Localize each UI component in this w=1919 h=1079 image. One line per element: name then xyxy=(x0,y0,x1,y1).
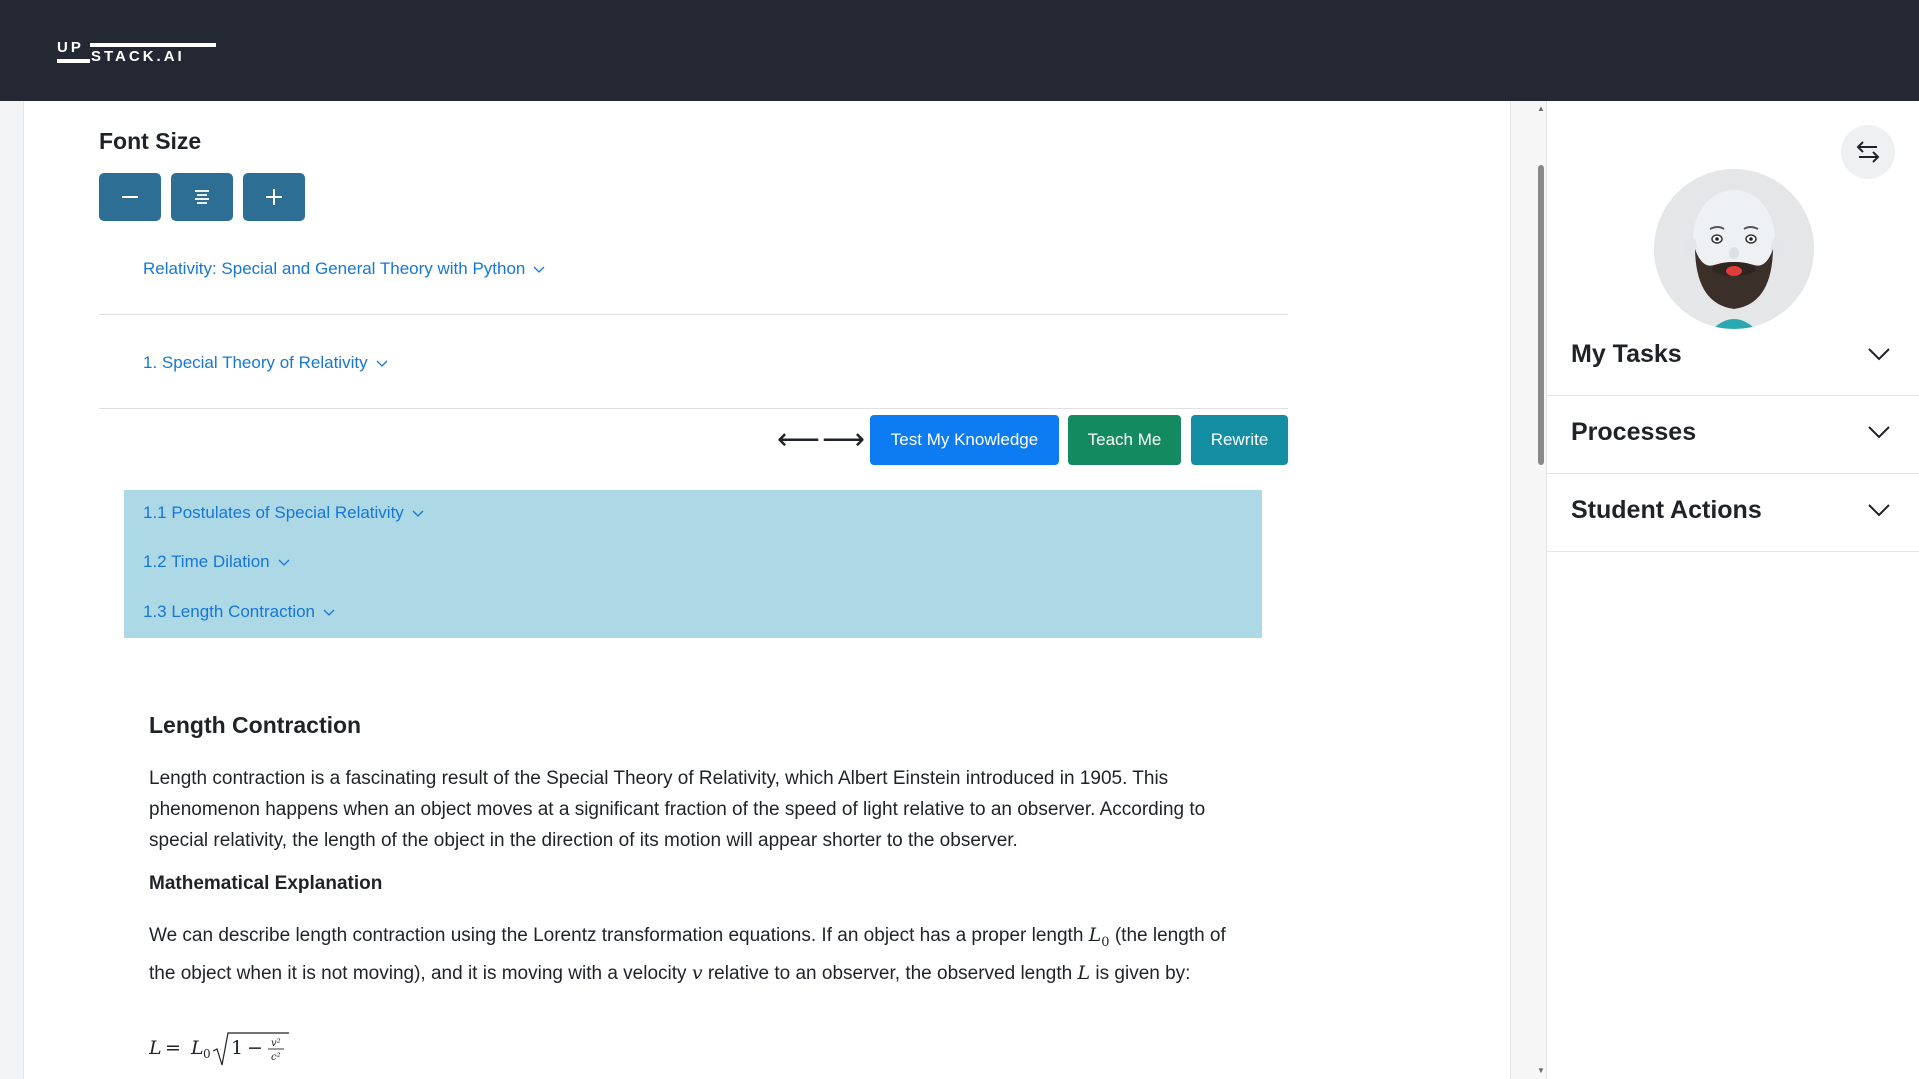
chapter-dropdown[interactable]: 1. Special Theory of Relativity xyxy=(143,353,388,373)
left-gutter xyxy=(0,101,24,1079)
svg-text:v²: v² xyxy=(271,1038,281,1049)
svg-text:L: L xyxy=(149,1037,162,1059)
svg-text:c²: c² xyxy=(271,1052,281,1063)
previous-arrow-button[interactable]: ⟵ xyxy=(777,425,820,455)
article-heading: Length Contraction xyxy=(149,712,362,738)
chevron-down-icon xyxy=(412,510,424,517)
chevron-down-icon xyxy=(1868,426,1890,439)
subsection-item[interactable]: 1.1 Postulates of Special Relativity xyxy=(143,503,424,523)
subsection-list: 1.1 Postulates of Special Relativity 1.2… xyxy=(124,490,1262,638)
subsection-label: 1.2 Time Dilation xyxy=(143,552,270,571)
top-bar: UP STACK.AI xyxy=(0,0,1919,101)
test-my-knowledge-button[interactable]: Test My Knowledge xyxy=(870,415,1059,465)
math-proper-length: L0 xyxy=(1088,924,1110,950)
swap-arrows-icon xyxy=(1856,141,1880,163)
scrollbar-thumb[interactable] xyxy=(1538,165,1544,465)
course-dropdown-label: Relativity: Special and General Theory w… xyxy=(143,259,526,278)
rewrite-button[interactable]: Rewrite xyxy=(1191,415,1288,465)
math-subscript: 0 xyxy=(1101,934,1110,950)
teach-me-button[interactable]: Teach Me xyxy=(1068,415,1181,465)
logo-underline xyxy=(57,59,90,63)
chevron-down-icon xyxy=(323,609,335,616)
svg-text:L: L xyxy=(190,1037,204,1059)
course-dropdown[interactable]: Relativity: Special and General Theory w… xyxy=(143,259,545,279)
divider xyxy=(99,314,1288,315)
subsection-item[interactable]: 1.3 Length Contraction xyxy=(143,602,335,622)
chevron-down-icon xyxy=(1868,504,1890,517)
font-size-title: Font Size xyxy=(99,128,202,154)
reset-font-button[interactable] xyxy=(171,173,233,221)
chevron-down-icon xyxy=(376,360,388,367)
accordion-label: My Tasks xyxy=(1571,340,1682,368)
article-paragraph: We can describe length contraction using… xyxy=(149,920,1239,989)
scroll-up-arrow-icon[interactable]: ▲ xyxy=(1536,104,1546,114)
accordion-label: Student Actions xyxy=(1571,496,1762,524)
logo-up-text: UP xyxy=(57,39,84,56)
formula-graphic: L = L 0 1 − v² c² xyxy=(149,1032,289,1066)
processes-accordion[interactable]: Processes xyxy=(1547,396,1919,474)
chevron-down-icon xyxy=(1868,348,1890,361)
plus-icon xyxy=(266,189,282,205)
math-velocity: v xyxy=(691,961,703,984)
svg-text:−: − xyxy=(247,1037,263,1059)
length-contraction-formula: L = L 0 1 − v² c² xyxy=(149,1027,299,1069)
article-intro: Length contraction is a fascinating resu… xyxy=(149,768,1206,851)
math-observed-length: L xyxy=(1077,961,1091,984)
swap-panel-button[interactable] xyxy=(1841,125,1895,179)
math-symbol: L xyxy=(1088,924,1102,946)
avatar xyxy=(1654,169,1814,329)
paragraph-text: We can describe length contraction using… xyxy=(149,925,1089,946)
logo-stack-text: STACK.AI xyxy=(91,48,185,65)
subsection-item[interactable]: 1.2 Time Dilation xyxy=(143,552,290,572)
divider xyxy=(99,408,1288,409)
my-tasks-accordion[interactable]: My Tasks xyxy=(1547,318,1919,396)
chapter-dropdown-label: 1. Special Theory of Relativity xyxy=(143,353,368,372)
bearded-man-avatar-icon xyxy=(1654,169,1814,329)
subsection-label: 1.1 Postulates of Special Relativity xyxy=(143,503,404,522)
increase-font-button[interactable] xyxy=(243,173,305,221)
svg-text:0: 0 xyxy=(203,1047,211,1061)
chevron-down-icon xyxy=(533,266,545,273)
minus-icon xyxy=(122,196,138,198)
align-center-icon xyxy=(195,190,209,204)
subsection-label: 1.3 Length Contraction xyxy=(143,602,316,621)
chevron-down-icon xyxy=(278,559,290,566)
svg-text:1: 1 xyxy=(231,1037,243,1059)
student-actions-accordion[interactable]: Student Actions xyxy=(1547,474,1919,552)
article-subheading: Mathematical Explanation xyxy=(149,873,383,894)
scroll-down-arrow-icon[interactable]: ▼ xyxy=(1536,1066,1546,1076)
accordion-label: Processes xyxy=(1571,418,1697,446)
paragraph-text: relative to an observer, the observed le… xyxy=(702,962,1078,984)
next-arrow-button[interactable]: ⟶ xyxy=(822,425,865,455)
decrease-font-button[interactable] xyxy=(99,173,161,221)
paragraph-text: is given by: xyxy=(1090,962,1191,984)
logo-bar xyxy=(90,43,216,47)
svg-text:=: = xyxy=(165,1037,181,1059)
